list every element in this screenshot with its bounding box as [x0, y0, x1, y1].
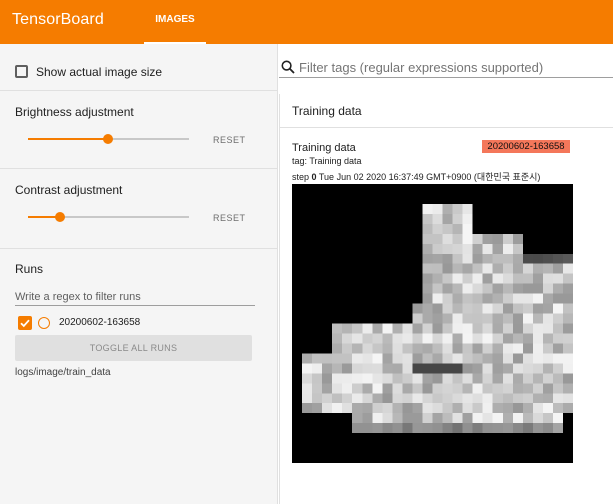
run-name: 20200602-163658	[59, 317, 141, 328]
ankle-boot-pixel-image	[302, 203, 573, 434]
run-badge: 20200602-163658	[482, 140, 570, 153]
tab-images[interactable]: IMAGES	[144, 0, 206, 44]
card-title: Training data	[292, 104, 362, 118]
image-timestamp: Tue Jun 02 2020 16:37:49 GMT+0900 (대한민국 …	[318, 172, 541, 182]
divider	[0, 168, 278, 169]
sidebar: Show actual image size Brightness adjust…	[0, 44, 278, 504]
image-card: Training data Training data 20200602-163…	[279, 94, 613, 504]
brightness-label: Brightness adjustment	[15, 105, 134, 119]
divider	[0, 90, 278, 91]
brightness-reset-button[interactable]: RESET	[213, 135, 246, 145]
run-color-circle-icon[interactable]	[38, 317, 50, 329]
brightness-slider-thumb[interactable]	[103, 134, 113, 144]
divider	[0, 248, 278, 249]
tag-filter-input[interactable]	[299, 58, 609, 76]
contrast-slider-thumb[interactable]	[55, 212, 65, 222]
app-title: TensorBoard	[12, 11, 104, 28]
image-step-line: step 0 Tue Jun 02 2020 16:37:49 GMT+0900…	[292, 170, 540, 183]
runs-title: Runs	[15, 262, 44, 276]
top-bar: TensorBoard IMAGES	[0, 0, 613, 44]
contrast-label: Contrast adjustment	[15, 183, 123, 197]
show-actual-size-checkbox[interactable]	[15, 65, 28, 78]
show-actual-size-label: Show actual image size	[36, 65, 163, 79]
step-prefix: step	[292, 172, 310, 182]
step-value: 0	[311, 172, 317, 182]
image-title: Training data	[292, 142, 356, 154]
card-header[interactable]: Training data	[280, 94, 613, 128]
tag-filter	[279, 56, 613, 78]
run-checkbox[interactable]	[18, 316, 32, 330]
tab-images-label: IMAGES	[155, 14, 195, 25]
toggle-all-runs-button[interactable]: TOGGLE ALL RUNS	[15, 335, 252, 361]
check-icon	[20, 319, 30, 328]
training-image[interactable]	[292, 184, 573, 463]
search-icon	[281, 60, 295, 74]
brightness-slider-fill	[28, 138, 108, 140]
image-tag: tag: Training data	[292, 156, 362, 166]
toggle-all-runs-label: TOGGLE ALL RUNS	[89, 343, 178, 353]
logdir-path: logs/image/train_data	[15, 367, 111, 378]
runs-filter-input[interactable]	[15, 288, 255, 306]
contrast-reset-button[interactable]: RESET	[213, 213, 246, 223]
